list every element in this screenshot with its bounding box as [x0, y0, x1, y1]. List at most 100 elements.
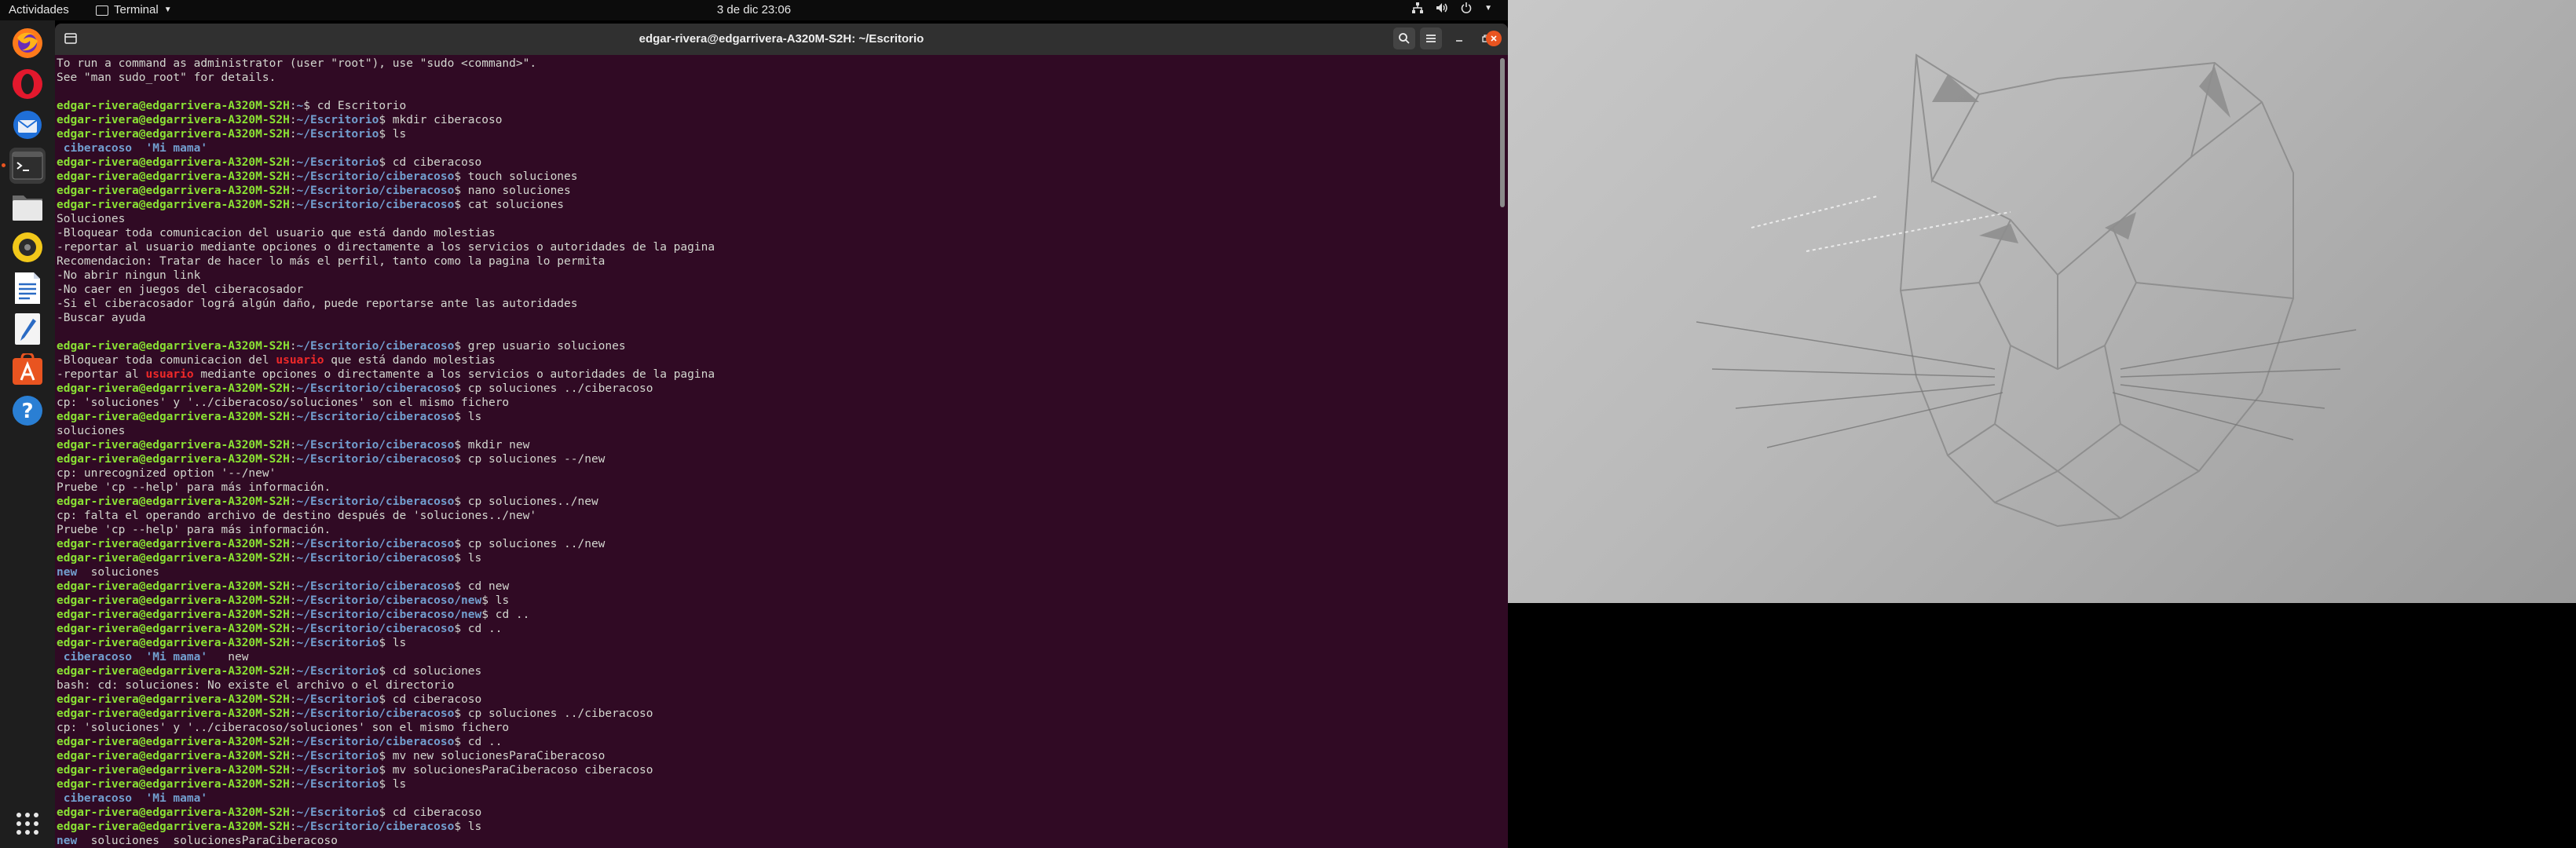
terminal-line: Pruebe 'cp --help' para más información.: [57, 523, 1494, 537]
show-applications-button[interactable]: [9, 806, 46, 842]
prompt-symbol: $: [454, 707, 462, 720]
prompt-separator: :: [289, 439, 297, 451]
terminal-line: Soluciones: [57, 212, 1494, 226]
prompt-symbol: $: [454, 411, 462, 423]
terminal-icon: [12, 152, 43, 180]
prompt-symbol: $: [379, 750, 386, 762]
output-text: -Bloquear toda comunicacion del: [57, 354, 276, 367]
writer-launcher[interactable]: [9, 270, 46, 306]
command-text: ls: [488, 594, 510, 607]
terminal-line: edgar-rivera@edgarrivera-A320M-S2H:~/Esc…: [57, 410, 1494, 424]
terminal-line: edgar-rivera@edgarrivera-A320M-S2H:~/Esc…: [57, 749, 1494, 763]
terminal-line: To run a command as administrator (user …: [57, 57, 1494, 71]
prompt-path: ~: [296, 100, 304, 112]
prompt-user-host: edgar-rivera@edgarrivera-A320M-S2H: [57, 100, 290, 112]
command-text: cp soluciones ../ciberacoso: [461, 707, 653, 720]
prompt-symbol: $: [454, 439, 462, 451]
prompt-symbol: $: [454, 736, 462, 748]
directory-entry: 'Mi mama': [132, 792, 208, 805]
prompt-separator: :: [289, 453, 297, 466]
folder-icon: [13, 196, 42, 221]
minimize-button[interactable]: [1448, 27, 1470, 49]
terminal-line: edgar-rivera@edgarrivera-A320M-S2H:~/Esc…: [57, 763, 1494, 777]
command-text: ls: [386, 778, 407, 791]
output-text: -reportar al usuario mediante opciones o…: [57, 241, 715, 254]
prompt-user-host: edgar-rivera@edgarrivera-A320M-S2H: [57, 453, 290, 466]
close-icon: [1491, 35, 1497, 42]
prompt-separator: :: [289, 170, 297, 183]
prompt-symbol: $: [454, 453, 462, 466]
prompt-separator: :: [289, 806, 297, 819]
prompt-user-host: edgar-rivera@edgarrivera-A320M-S2H: [57, 495, 290, 508]
prompt-symbol: $: [379, 114, 386, 126]
prompt-symbol: $: [303, 100, 311, 112]
software-launcher[interactable]: [9, 352, 46, 388]
opera-launcher[interactable]: [9, 66, 46, 102]
text-editor-icon: [15, 313, 40, 345]
command-text: cd ciberacoso: [386, 693, 482, 706]
prompt-user-host: edgar-rivera@edgarrivera-A320M-S2H: [57, 382, 290, 395]
prompt-path: ~/Escritorio/ciberacoso: [296, 185, 455, 197]
rhythmbox-launcher[interactable]: [9, 229, 46, 265]
close-button[interactable]: [1486, 31, 1502, 46]
terminal-line: new soluciones solucionesParaCiberacoso: [57, 834, 1494, 848]
prompt-separator: :: [289, 411, 297, 423]
output-text: -Bloquear toda comunicacion del usuario …: [57, 227, 496, 239]
prompt-path: ~/Escritorio: [296, 764, 379, 777]
prompt-path: ~/Escritorio/ciberacoso: [296, 199, 455, 211]
cat-wallpaper-graphic: [1696, 53, 2357, 528]
firefox-icon: [13, 28, 42, 58]
files-launcher[interactable]: [9, 188, 46, 225]
prompt-user-host: edgar-rivera@edgarrivera-A320M-S2H: [57, 693, 290, 706]
prompt-path: ~/Escritorio/ciberacoso: [296, 736, 455, 748]
clock[interactable]: 3 de dic 23:06: [0, 3, 1508, 16]
thunderbird-launcher[interactable]: [9, 107, 46, 143]
prompt-symbol: $: [454, 170, 462, 183]
prompt-user-host: edgar-rivera@edgarrivera-A320M-S2H: [57, 170, 290, 183]
prompt-symbol: $: [454, 552, 462, 565]
terminal-launcher[interactable]: [2, 148, 46, 184]
terminal-line: ciberacoso 'Mi mama': [57, 141, 1494, 155]
prompt-path: ~/Escritorio/ciberacoso: [296, 821, 455, 833]
command-text: mkdir ciberacoso: [386, 114, 503, 126]
command-text: ls: [386, 637, 407, 649]
terminal-line: -Buscar ayuda: [57, 311, 1494, 325]
search-button[interactable]: [1393, 27, 1415, 49]
prompt-separator: :: [289, 100, 297, 112]
prompt-symbol: $: [379, 128, 386, 141]
prompt-path: ~/Escritorio/ciberacoso: [296, 170, 455, 183]
directory-entry: 'Mi mama': [132, 651, 208, 663]
prompt-user-host: edgar-rivera@edgarrivera-A320M-S2H: [57, 750, 290, 762]
prompt-separator: :: [289, 821, 297, 833]
command-text: cp soluciones ../ciberacoso: [461, 382, 653, 395]
scrollbar[interactable]: [1500, 58, 1505, 207]
prompt-path: ~/Escritorio: [296, 156, 379, 169]
output-text: bash: cd: soluciones: No existe el archi…: [57, 679, 455, 692]
grep-match: usuario: [145, 368, 194, 381]
prompt-separator: :: [289, 778, 297, 791]
terminal-output[interactable]: To run a command as administrator (user …: [57, 57, 1494, 848]
prompt-path: ~/Escritorio: [296, 665, 379, 678]
network-icon: [1412, 2, 1424, 13]
prompt-user-host: edgar-rivera@edgarrivera-A320M-S2H: [57, 778, 290, 791]
prompt-separator: :: [289, 580, 297, 593]
prompt-path: ~/Escritorio/ciberacoso: [296, 411, 455, 423]
directory-entry: new: [57, 835, 78, 847]
terminal-line: edgar-rivera@edgarrivera-A320M-S2H:~/Esc…: [57, 198, 1494, 212]
command-text: mv new solucionesParaCiberacoso: [386, 750, 606, 762]
terminal-line: -Si el ciberacosador lográ algún daño, p…: [57, 297, 1494, 311]
terminal-line: edgar-rivera@edgarrivera-A320M-S2H:~/Esc…: [57, 382, 1494, 396]
prompt-symbol: $: [379, 156, 386, 169]
terminal-line: -reportar al usuario mediante opciones o…: [57, 367, 1494, 382]
prompt-separator: :: [289, 609, 297, 621]
text-editor-launcher[interactable]: [9, 311, 46, 347]
prompt-separator: :: [289, 495, 297, 508]
menu-button[interactable]: [1420, 27, 1442, 49]
terminal-line: edgar-rivera@edgarrivera-A320M-S2H:~/Esc…: [57, 594, 1494, 608]
terminal-header-bar[interactable]: edgar-rivera@edgarrivera-A320M-S2H: ~/Es…: [55, 24, 1508, 55]
terminal-window[interactable]: edgar-rivera@edgarrivera-A320M-S2H: ~/Es…: [55, 24, 1508, 848]
firefox-launcher[interactable]: [9, 25, 46, 61]
system-tray[interactable]: ▼: [1412, 2, 1492, 13]
prompt-path: ~/Escritorio/ciberacoso: [296, 340, 455, 353]
help-launcher[interactable]: ?: [9, 393, 46, 429]
